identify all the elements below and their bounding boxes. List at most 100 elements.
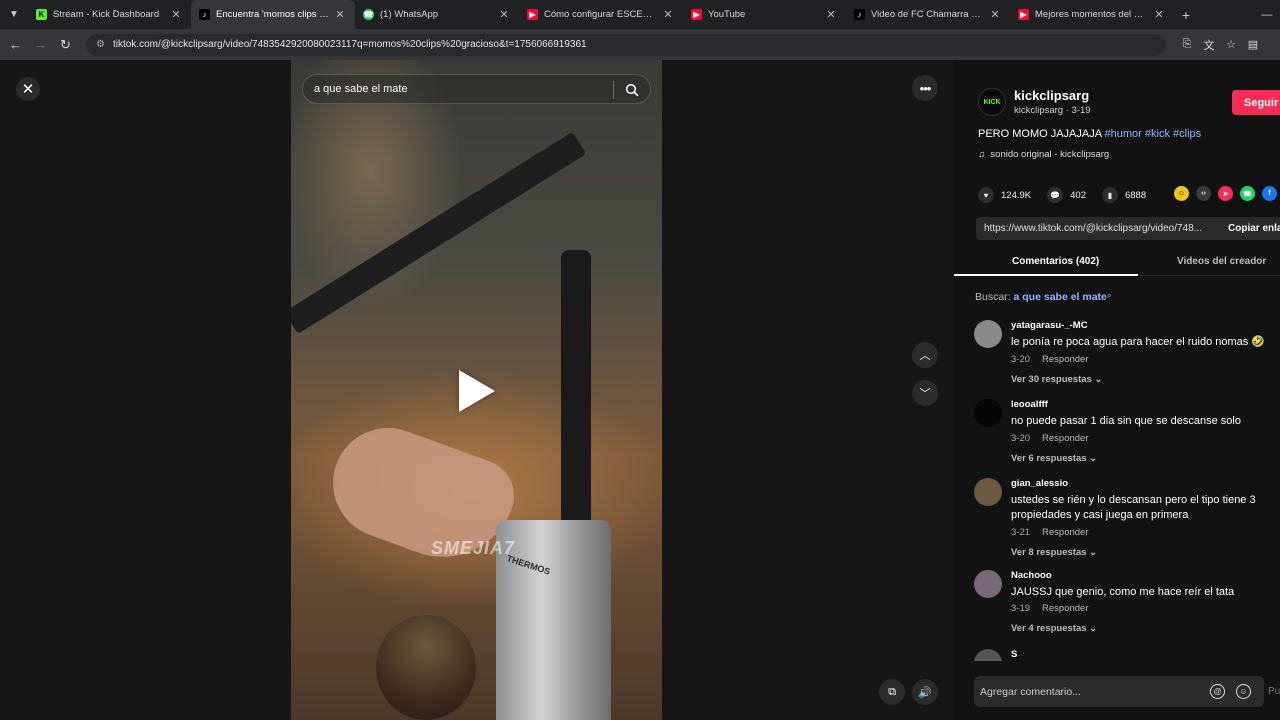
facebook-share-icon[interactable]: f: [1262, 186, 1277, 201]
back-arrow-icon[interactable]: ←: [3, 37, 28, 52]
whatsapp-share-icon[interactable]: ☎: [1240, 186, 1255, 201]
comment-icon: 💬: [1047, 187, 1064, 203]
comment-date: 3-19: [1011, 603, 1031, 614]
reply-button[interactable]: Responder: [1042, 433, 1088, 444]
video-caption: PERO MOMO JAJAJAJA #humor #kick #clips: [978, 128, 1201, 140]
commenter-name[interactable]: leooalfff: [1011, 399, 1048, 410]
commenter-avatar[interactable]: [974, 320, 1002, 348]
sidebar-panel-icon[interactable]: ▤: [1242, 38, 1264, 51]
tab-search-chevron-icon[interactable]: ▼: [0, 0, 28, 29]
emoji-icon[interactable]: ☺: [1236, 684, 1251, 699]
youtube-icon: ▶: [527, 9, 538, 20]
search-icon[interactable]: [622, 80, 642, 100]
commenter-avatar[interactable]: [974, 478, 1002, 506]
follow-button[interactable]: Seguir: [1232, 90, 1280, 115]
add-comment-placeholder: Agregar comentario...: [980, 685, 1081, 698]
caption-hashtags[interactable]: #humor #kick #clips: [1105, 128, 1202, 140]
tab-comments[interactable]: Comentarios (402): [1012, 256, 1099, 267]
reply-button[interactable]: Responder: [1042, 527, 1088, 538]
close-icon[interactable]: ✕: [16, 77, 40, 101]
search-prefix: Buscar:: [975, 291, 1014, 303]
tab-title: Cómo configurar ESCENAS y F: [544, 9, 657, 20]
forward-arrow-icon[interactable]: →: [28, 37, 53, 52]
view-replies-button[interactable]: Ver 4 respuestas ⌄: [1011, 623, 1097, 634]
view-replies-button[interactable]: Ver 6 respuestas ⌄: [1011, 453, 1097, 464]
commenter-avatar[interactable]: [974, 649, 1002, 661]
tab-title: Mejores momentos del Momo (: [1035, 9, 1148, 20]
browser-tab[interactable]: ▶ Cómo configurar ESCENAS y F ✕: [519, 0, 683, 29]
commenter-avatar[interactable]: [974, 399, 1002, 427]
close-tab-icon[interactable]: ✕: [1152, 8, 1166, 21]
close-tab-icon[interactable]: ✕: [333, 8, 347, 21]
like-button[interactable]: ♥ 124.9K: [978, 187, 1031, 203]
search-divider: [613, 81, 614, 99]
close-tab-icon[interactable]: ✕: [169, 8, 183, 21]
search-query-link[interactable]: a que sabe el mate: [1014, 291, 1107, 303]
save-button[interactable]: ▮ 6888: [1101, 187, 1146, 203]
previous-video-chevron-up-icon[interactable]: ︿: [912, 342, 938, 368]
view-replies-button[interactable]: Ver 30 respuestas ⌄: [1011, 374, 1102, 385]
commenter-name[interactable]: S: [1011, 649, 1017, 660]
video-frame-mate: [376, 615, 476, 720]
browser-tab[interactable]: K Stream - Kick Dashboard ✕: [28, 0, 191, 29]
tiktok-icon: ♪: [854, 9, 865, 20]
browser-tab[interactable]: ♪ Video de FC Chamarra El (@elc ✕: [846, 0, 1010, 29]
bookmark-star-icon[interactable]: ☆: [1220, 38, 1242, 51]
reply-button[interactable]: Responder: [1042, 603, 1088, 614]
reload-icon[interactable]: ↻: [53, 37, 78, 53]
video-info-panel: KICK kickclipsarg kickclipsarg · 3-19 Se…: [954, 60, 1280, 720]
kick-icon: K: [36, 9, 47, 20]
commenter-name[interactable]: gian_alessio: [1011, 478, 1068, 489]
close-tab-icon[interactable]: ✕: [824, 8, 838, 21]
commenter-avatar[interactable]: [974, 570, 1002, 598]
next-video-chevron-down-icon[interactable]: ﹀: [912, 380, 938, 406]
video-player[interactable]: THERMOS SMEJIA7 a que sabe el mate: [291, 60, 662, 720]
creator-avatar[interactable]: KICK: [978, 88, 1006, 116]
browser-tab[interactable]: ▶ Mejores momentos del Momo ( ✕: [1010, 0, 1174, 29]
send-to-friends-icon[interactable]: ➤: [1218, 186, 1233, 201]
tab-title: (1) WhatsApp: [380, 9, 439, 20]
new-tab-plus-icon[interactable]: +: [1174, 7, 1198, 23]
comment-search-suggestion[interactable]: Buscar: a que sabe el mate⌕: [975, 291, 1111, 303]
reply-button[interactable]: Responder: [1042, 354, 1088, 365]
install-app-icon[interactable]: ⎘: [1176, 38, 1198, 51]
video-search-input[interactable]: a que sabe el mate: [302, 74, 651, 104]
browser-tab[interactable]: ▶ YouTube ✕: [683, 0, 846, 29]
comment-count: 402: [1070, 189, 1086, 201]
comment-date: 3-20: [1011, 433, 1031, 444]
add-comment-input[interactable]: Agregar comentario... @ ☺: [974, 676, 1264, 707]
emoji-share-icon[interactable]: ☺: [1174, 186, 1189, 201]
more-options-icon[interactable]: •••: [912, 75, 938, 101]
video-link-text[interactable]: https://www.tiktok.com/@kickclipsarg/vid…: [984, 223, 1220, 234]
comment-button[interactable]: 💬 402: [1047, 187, 1086, 203]
post-button[interactable]: Pu: [1268, 686, 1280, 697]
youtube-icon: ▶: [1018, 9, 1029, 20]
url-text: tiktok.com/@kickclipsarg/video/748354292…: [112, 39, 587, 50]
play-icon[interactable]: [459, 370, 495, 412]
browser-tab[interactable]: ☎ (1) WhatsApp ✕: [355, 0, 519, 29]
browser-tab-active[interactable]: ♪ Encuentra 'momos clips gracio ✕: [191, 0, 355, 29]
address-bar[interactable]: ⚙ tiktok.com/@kickclipsarg/video/7483542…: [86, 33, 1166, 56]
copy-link-button[interactable]: Copiar enlace: [1228, 223, 1280, 234]
commenter-name[interactable]: Nachooo: [1011, 570, 1052, 581]
tab-title: Encuentra 'momos clips gracio: [216, 9, 329, 20]
mention-at-icon[interactable]: @: [1210, 684, 1225, 699]
close-tab-icon[interactable]: ✕: [661, 8, 675, 21]
view-replies-button[interactable]: Ver 8 respuestas ⌄: [1011, 547, 1097, 558]
minimize-icon[interactable]: —: [1254, 9, 1280, 21]
comment-text: no puede pasar 1 dia sin que se descanse…: [1011, 415, 1241, 427]
tiktok-icon: ♪: [199, 9, 210, 20]
sound-link[interactable]: ♫ sonido original - kickclipsarg: [978, 149, 1109, 160]
volume-icon[interactable]: 🔊: [912, 679, 938, 705]
embed-code-icon[interactable]: ‹›: [1196, 186, 1211, 201]
sound-name: sonido original - kickclipsarg: [990, 149, 1110, 160]
comment-date: 3-20: [1011, 354, 1031, 365]
commenter-name[interactable]: yatagarasu-_-MC: [1011, 320, 1088, 331]
close-tab-icon[interactable]: ✕: [988, 8, 1002, 21]
tab-creator-videos[interactable]: Videos del creador: [1177, 256, 1266, 267]
close-tab-icon[interactable]: ✕: [497, 8, 511, 21]
creator-name[interactable]: kickclipsarg: [1014, 88, 1089, 103]
site-info-icon[interactable]: ⚙: [96, 39, 105, 50]
floating-player-icon[interactable]: ⧉: [879, 679, 905, 705]
translate-icon[interactable]: 文: [1198, 37, 1220, 53]
